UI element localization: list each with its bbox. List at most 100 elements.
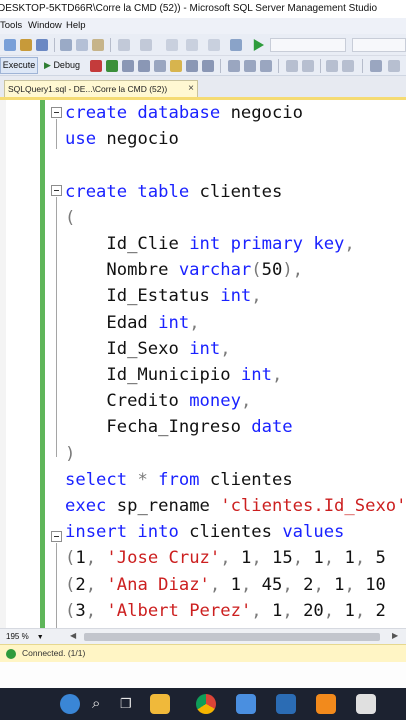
solution-icon[interactable] [208,39,220,51]
scroll-right-icon[interactable]: ▶ [392,631,398,640]
file-explorer-icon[interactable] [150,694,170,714]
sql-keyword: create table [65,181,190,202]
window-title: DESKTOP-5KTD66R\Corre la CMD (52)) - Mic… [0,3,378,14]
fold-guide [56,197,57,457]
fold-toggle-create-table[interactable] [51,185,62,196]
results-to-file-icon[interactable] [202,60,214,72]
query-options-icon[interactable] [138,60,150,72]
code-token: , [240,391,252,412]
fold-guide [56,119,57,149]
solution-config-dropdown[interactable] [270,38,346,52]
debug-button[interactable]: ▶ Debug [44,57,80,74]
cancel-query-icon[interactable] [90,60,102,72]
screenshot-icon[interactable] [230,39,242,51]
redo-icon[interactable] [140,39,152,51]
sql-keyword: int [189,338,221,359]
ssms-icon[interactable] [356,694,376,714]
undo-icon[interactable] [118,39,130,51]
search-icon[interactable]: ⌕ [92,694,100,714]
task-view-icon[interactable]: ❐ [120,694,132,714]
code-token: ), [282,260,304,281]
save-icon[interactable] [36,39,48,51]
code-line: (1, 'Jose Cruz', 1, 15, 1, 1, 5 [65,545,386,571]
code-token: Credito [65,391,190,412]
navigate-back-icon[interactable] [166,39,178,51]
tab-label: SQLQuery1.sql - DE...\Corre la CMD (52)) [8,84,168,94]
code-token: ) [65,443,76,464]
scroll-thumb[interactable] [84,633,380,641]
toolbar-options-icon[interactable] [388,60,400,72]
include-plan-icon[interactable] [228,60,240,72]
code-token: 1 [75,548,86,569]
code-token: 45 [261,574,283,595]
windows-taskbar: ⌕ ❐ [0,688,406,720]
code-token: 15 [272,548,293,569]
sublime-icon[interactable] [316,694,336,714]
start-icon[interactable] [253,39,264,51]
code-token: 2 [303,574,314,595]
display-plan-icon[interactable] [122,60,134,72]
sql-keyword: date [251,417,293,438]
execute-button[interactable]: Execute [0,57,38,74]
decrease-indent-icon[interactable] [326,60,338,72]
sql-keyword: money [189,391,241,412]
menu-tools[interactable]: Tools [0,18,22,34]
weather-icon[interactable] [60,694,80,714]
results-to-text-icon[interactable] [170,60,182,72]
comment-out-icon[interactable] [286,60,298,72]
code-line: create database negocio [65,100,303,126]
paste-icon[interactable] [92,39,104,51]
menu-window[interactable]: Window [28,18,62,34]
specify-values-icon[interactable] [370,60,382,72]
sql-keyword: insert into [65,522,179,543]
code-line: Nombre varchar(50), [65,257,303,283]
increase-indent-icon[interactable] [342,60,354,72]
code-line: Id_Estatus int, [65,283,261,309]
code-token: , [85,548,107,569]
sql-keyword: varchar [178,260,252,281]
code-token: , [282,574,304,595]
code-token: 2 [375,600,386,621]
code-token: , [189,312,200,333]
code-line: use negocio [65,126,179,152]
editor-horizontal-scrollbar[interactable]: 195 % ▼ ◀ ▶ [0,628,406,644]
chrome-icon[interactable] [196,694,216,714]
code-token: , [354,600,376,621]
tab-sqlquery1[interactable]: SQLQuery1.sql - DE...\Corre la CMD (52))… [4,80,198,98]
parse-icon[interactable] [106,60,118,72]
fold-toggle-create-database[interactable] [51,107,62,118]
code-token: , [271,365,283,385]
platform-dropdown[interactable] [352,38,406,52]
menu-bar: Tools Window Help [0,18,406,34]
scroll-left-icon[interactable]: ◀ [70,631,76,640]
live-stats-icon[interactable] [244,60,256,72]
cut-icon[interactable] [60,39,72,51]
store-icon[interactable] [236,694,256,714]
query-editor[interactable]: create database negocio use negocio create… [0,100,406,628]
terminal-icon[interactable] [276,694,296,714]
code-token: , [323,600,345,621]
zoom-dropdown[interactable]: 195 % ▼ [6,631,44,643]
open-file-icon[interactable] [20,39,32,51]
sql-keyword: values [282,522,345,543]
code-token: Id_Estatus [65,286,221,307]
new-query-icon[interactable] [4,39,16,51]
code-token: , [282,600,304,621]
intellisense-icon[interactable] [154,60,166,72]
menu-help[interactable]: Help [66,18,86,34]
client-stats-icon[interactable] [260,60,272,72]
sql-keyword: use [65,129,97,150]
code-token: Fecha_Ingreso [65,417,252,438]
uncomment-icon[interactable] [302,60,314,72]
code-token: 1 [313,548,324,569]
close-tab-icon[interactable]: × [188,81,194,97]
code-token: ( [65,548,76,569]
results-to-grid-icon[interactable] [186,60,198,72]
window-title-bar: DESKTOP-5KTD66R\Corre la CMD (52)) - Mic… [0,0,406,18]
fold-toggle-insert[interactable] [51,531,62,542]
copy-icon[interactable] [76,39,88,51]
code-token: 1 [272,600,283,621]
code-token: Id_Clie [65,234,190,254]
navigate-forward-icon[interactable] [186,39,198,51]
code-token: Edad [65,312,159,333]
